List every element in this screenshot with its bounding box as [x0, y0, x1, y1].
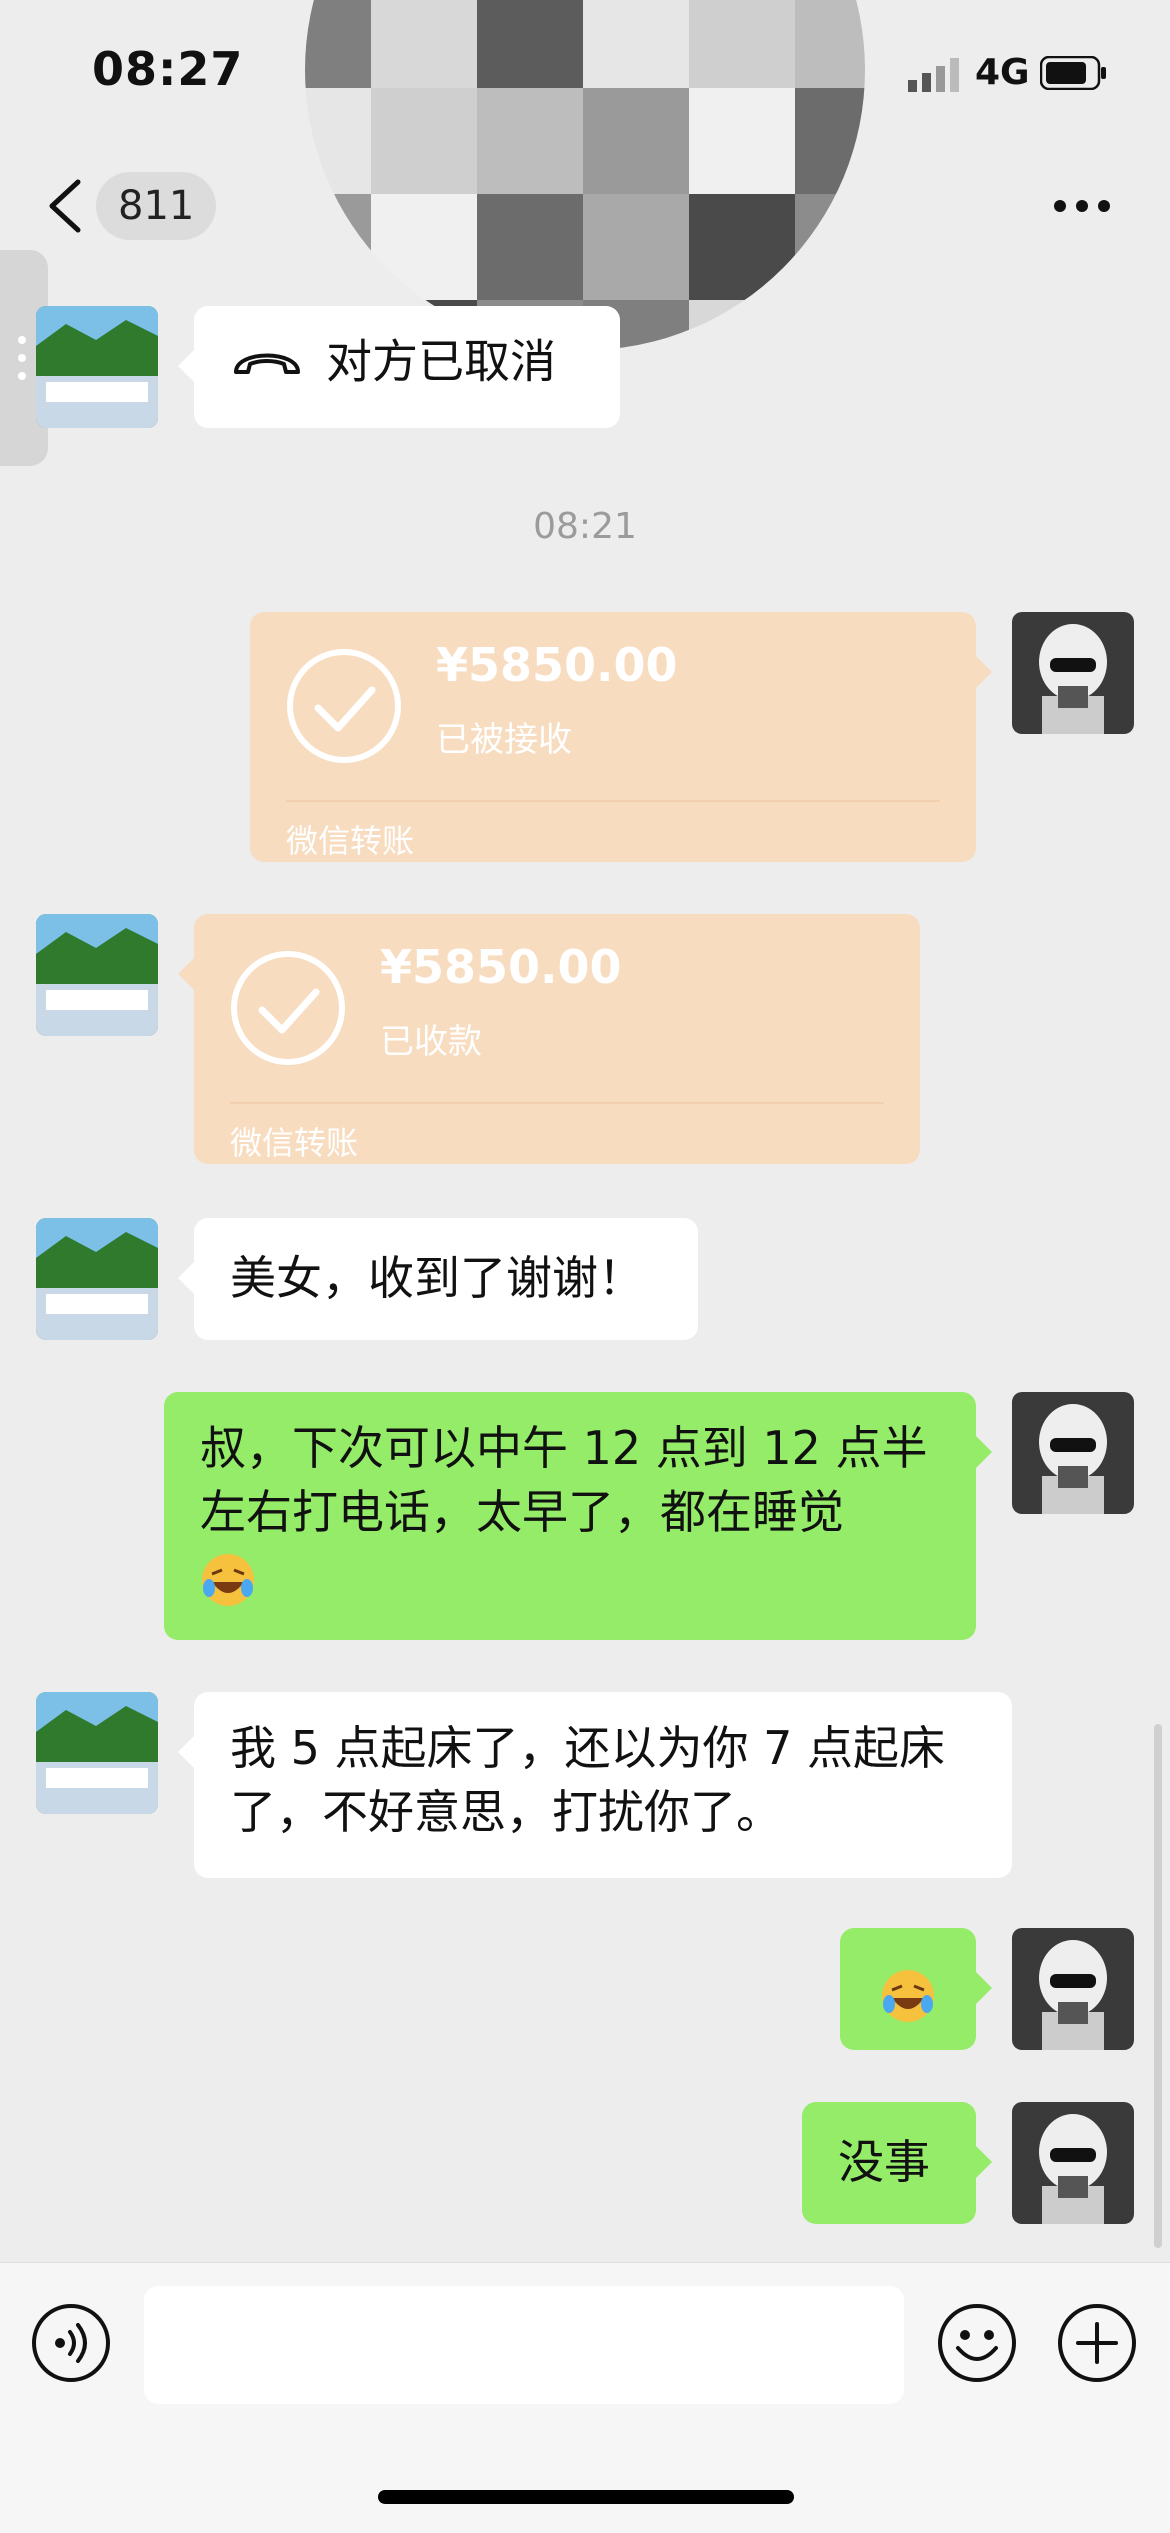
- mosaic-cell: [689, 0, 795, 88]
- masked-figure-avatar-icon: [1012, 1928, 1134, 2050]
- transfer-card-received[interactable]: ¥5850.00 已收款 微信转账: [178, 914, 920, 1164]
- masked-figure-avatar-icon: [1012, 2102, 1134, 2224]
- transfer-amount: ¥5850.00: [436, 638, 678, 692]
- mosaic-cell: [795, 194, 865, 300]
- own-avatar[interactable]: [1012, 1392, 1134, 1514]
- call-cancelled-bubble[interactable]: 对方已取消: [178, 306, 620, 428]
- mosaic-cell: [305, 88, 371, 194]
- mosaic-cell: [371, 88, 477, 194]
- transfer-card-sent[interactable]: ¥5850.00 已被接收 微信转账: [250, 612, 992, 862]
- check-circle-icon: [231, 951, 345, 1065]
- contact-avatar[interactable]: [36, 1692, 158, 1814]
- chevron-left-icon[interactable]: [44, 178, 88, 234]
- transfer-brand: 微信转账: [230, 1124, 359, 1162]
- contact-avatar[interactable]: [36, 1218, 158, 1340]
- more-dots-icon[interactable]: [1052, 196, 1112, 216]
- mosaic-cell: [477, 88, 583, 194]
- waterfall-avatar-icon: [36, 914, 158, 1036]
- home-indicator[interactable]: [378, 2490, 794, 2504]
- message-text: 没事: [838, 2135, 930, 2189]
- emoji-icon[interactable]: [936, 2302, 1018, 2384]
- mosaic-cell: [583, 0, 689, 88]
- mosaic-cell: [583, 88, 689, 194]
- message-bubble-sent[interactable]: 没事: [802, 2102, 992, 2224]
- check-circle-icon: [287, 649, 401, 763]
- unread-count-badge[interactable]: 811: [96, 172, 217, 240]
- waterfall-avatar-icon: [36, 306, 158, 428]
- mosaic-cell: [371, 194, 477, 300]
- mosaic-cell: [477, 194, 583, 300]
- mosaic-cell: [305, 194, 371, 300]
- transfer-amount: ¥5850.00: [380, 940, 622, 994]
- transfer-status: 已收款: [380, 1022, 482, 1062]
- masked-figure-avatar-icon: [1012, 612, 1134, 734]
- battery-icon: [1040, 56, 1106, 90]
- contact-avatar[interactable]: [36, 914, 158, 1036]
- mosaic-cell: [305, 0, 371, 88]
- message-bubble-received[interactable]: 美女，收到了谢谢！: [178, 1218, 698, 1340]
- message-bubble-sent[interactable]: 叔，下次可以中午 12 点到 12 点半 左右打电话，太早了，都在睡觉: [164, 1392, 992, 1640]
- call-status-text: 对方已取消: [326, 334, 556, 389]
- mosaic-cell: [477, 0, 583, 88]
- own-avatar[interactable]: [1012, 612, 1134, 734]
- own-avatar[interactable]: [1012, 2102, 1134, 2224]
- message-bubble-received[interactable]: 我 5 点起床了，还以为你 7 点起床 了，不好意思，打扰你了。: [178, 1692, 1012, 1878]
- network-type: 4G: [975, 52, 1030, 93]
- waterfall-avatar-icon: [36, 1692, 158, 1814]
- message-text-line: 叔，下次可以中午 12 点到 12 点半: [200, 1421, 928, 1475]
- message-text-line: 左右打电话，太早了，都在睡觉: [200, 1485, 844, 1539]
- signal-icon: [908, 58, 959, 92]
- mosaic-cell: [689, 88, 795, 194]
- message-text-line: 了，不好意思，打扰你了。: [230, 1785, 782, 1839]
- status-time: 08:27: [92, 42, 244, 96]
- mosaic-cell: [795, 88, 865, 194]
- own-avatar[interactable]: [1012, 1928, 1134, 2050]
- message-text-line: 我 5 点起床了，还以为你 7 点起床: [230, 1721, 946, 1775]
- transfer-status: 已被接收: [436, 720, 572, 760]
- message-text: 美女，收到了谢谢！: [230, 1251, 644, 1305]
- plus-icon[interactable]: [1056, 2302, 1138, 2384]
- contact-avatar[interactable]: [36, 306, 158, 428]
- waterfall-avatar-icon: [36, 1218, 158, 1340]
- mosaic-cell: [583, 194, 689, 300]
- masked-figure-avatar-icon: [1012, 1392, 1134, 1514]
- transfer-divider: [286, 800, 940, 802]
- transfer-divider: [230, 1102, 884, 1104]
- message-input[interactable]: [144, 2286, 904, 2404]
- transfer-brand: 微信转账: [286, 822, 415, 860]
- mosaic-cell: [371, 0, 477, 88]
- mosaic-cell: [795, 0, 865, 88]
- mosaic-cell: [689, 194, 795, 300]
- contact-avatar-pixelated: [305, 0, 865, 350]
- chat-scrollbar[interactable]: [1154, 1724, 1162, 2248]
- mosaic-cell: [795, 300, 865, 350]
- voice-input-icon[interactable]: [30, 2302, 112, 2384]
- message-timestamp: 08:21: [533, 506, 637, 547]
- laugh-cry-emoji-icon: [202, 1553, 254, 1606]
- mosaic-cell: [689, 300, 795, 350]
- message-bubble-sent-emoji[interactable]: [840, 1928, 992, 2050]
- phone-hangup-icon: [234, 353, 300, 374]
- laugh-cry-emoji-icon: [882, 1969, 934, 2022]
